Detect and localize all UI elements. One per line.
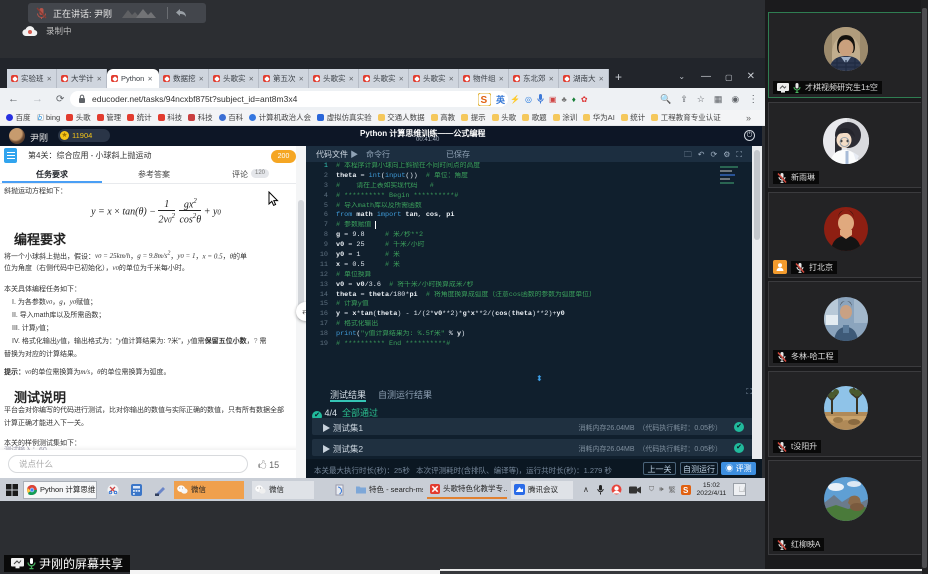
svg-text:S: S xyxy=(683,486,689,495)
svg-text:S: S xyxy=(481,95,488,106)
